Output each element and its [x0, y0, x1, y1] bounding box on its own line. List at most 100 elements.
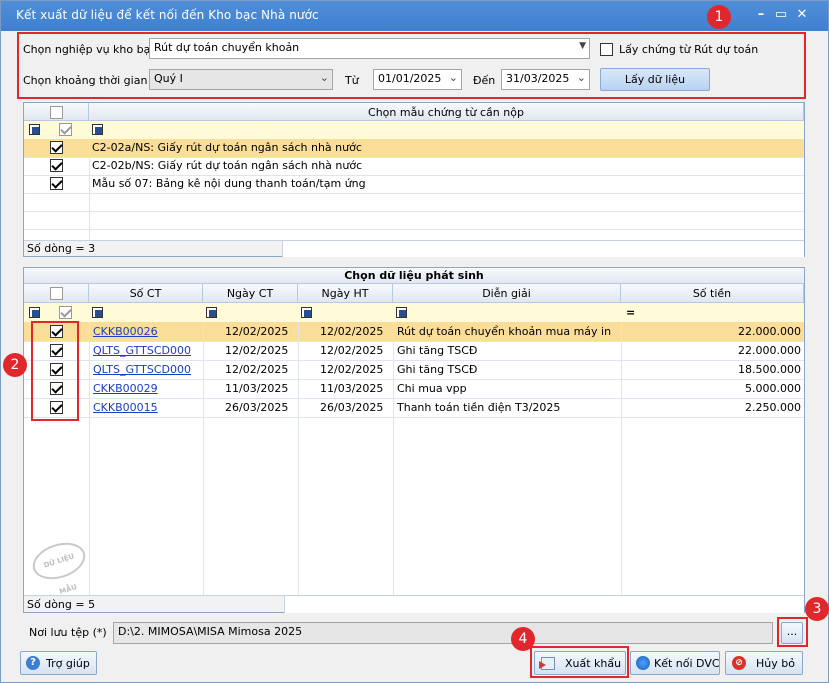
cell-so-tien: 22.000.000 — [738, 344, 801, 357]
data-row-count: Số dòng = 5 — [27, 598, 96, 611]
template-row-label[interactable]: C2-02a/NS: Giấy rút dự toán ngân sách nh… — [92, 141, 362, 154]
cancel-label: Hủy bỏ — [756, 657, 795, 670]
connect-dvc-button[interactable]: Kết nối DVC — [630, 651, 720, 675]
cell-ngay-ht: 12/02/2025 — [320, 363, 384, 376]
save-path-input[interactable]: D:\2. MIMOSA\MISA Mimosa 2025 — [113, 622, 773, 644]
annotation-box-1 — [17, 32, 806, 99]
globe-icon — [636, 656, 650, 670]
data-select-all-checkbox[interactable] — [50, 287, 63, 300]
template-row-label[interactable]: Mẫu số 07: Bảng kê nội dung thanh toán/t… — [92, 177, 366, 190]
help-icon: ? — [26, 656, 40, 670]
grid-line — [24, 341, 804, 342]
cell-dien-giai: Thanh toán tiền điện T3/2025 — [397, 401, 561, 414]
annotation-badge-2: 2 — [3, 353, 27, 377]
grid-divider — [89, 139, 90, 240]
template-header: Chọn mẫu chứng từ cần nộp — [89, 103, 804, 121]
filter-icon[interactable] — [92, 307, 103, 318]
export-dialog: Kết xuất dữ liệu để kết nối đến Kho bạc … — [0, 0, 829, 683]
voucher-link[interactable]: QLTS_GTTSCD000 — [93, 344, 191, 357]
cell-ngay-ht: 26/03/2025 — [320, 401, 384, 414]
save-path-value: D:\2. MIMOSA\MISA Mimosa 2025 — [118, 625, 303, 638]
template-select-all-checkbox[interactable] — [50, 106, 63, 119]
template-panel: Chọn mẫu chứng từ cần nộp C2-02a/NS: Giấ… — [23, 102, 805, 257]
grid-line — [24, 229, 804, 230]
cell-ngay-ct: 11/03/2025 — [225, 382, 289, 395]
status-bar-spacer — [284, 596, 804, 613]
grid-divider — [89, 322, 90, 595]
template-row-count: Số dòng = 3 — [27, 242, 96, 255]
voucher-link[interactable]: CKKB00026 — [93, 325, 158, 338]
grid-line — [24, 193, 804, 194]
col-header-ngay-ct[interactable]: Ngày CT — [203, 284, 298, 303]
annotation-badge-3: 3 — [805, 597, 829, 621]
annotation-badge-4: 4 — [511, 627, 535, 651]
voucher-link[interactable]: CKKB00029 — [93, 382, 158, 395]
grid-line — [24, 157, 804, 158]
grid-divider — [203, 322, 204, 595]
voucher-link[interactable]: CKKB00015 — [93, 401, 158, 414]
col-header-so-ct[interactable]: Số CT — [89, 284, 203, 303]
cell-so-tien: 18.500.000 — [738, 363, 801, 376]
cell-ngay-ct: 26/03/2025 — [225, 401, 289, 414]
filter-icon[interactable] — [396, 307, 407, 318]
title-bar: Kết xuất dữ liệu để kết nối đến Kho bạc … — [1, 1, 828, 31]
sample-data-stamp: DỮ LIỆU MẪU — [28, 536, 90, 596]
annotation-badge-1: 1 — [707, 5, 731, 29]
grid-line — [24, 379, 804, 380]
close-icon[interactable]: ✕ — [794, 7, 810, 22]
template-filter-row — [24, 121, 804, 139]
data-panel: Chọn dữ liệu phát sinh Số CT Ngày CT Ngà… — [23, 267, 805, 613]
grid-divider — [393, 322, 394, 595]
template-row-checkbox[interactable] — [50, 177, 63, 190]
cell-so-tien: 22.000.000 — [738, 325, 801, 338]
col-header-dien-giai[interactable]: Diễn giải — [393, 284, 621, 303]
annotation-box-4 — [530, 646, 629, 678]
filter-checked-icon[interactable] — [59, 306, 72, 319]
cell-dien-giai: Ghi tăng TSCĐ — [397, 344, 478, 357]
template-row-label[interactable]: C2-02b/NS: Giấy rút dự toán ngân sách nh… — [92, 159, 362, 172]
template-status-bar: Số dòng = 3 — [24, 240, 804, 257]
grid-line — [24, 398, 804, 399]
filter-icon[interactable] — [92, 124, 103, 135]
cancel-button[interactable]: ⊘ Hủy bỏ — [725, 651, 803, 675]
template-row-checkbox[interactable] — [50, 141, 63, 154]
grid-divider — [621, 322, 622, 595]
grid-line — [24, 175, 804, 176]
cell-dien-giai: Ghi tăng TSCĐ — [397, 363, 478, 376]
data-filter-row — [24, 303, 804, 322]
col-header-so-tien[interactable]: Số tiền — [621, 284, 804, 303]
filter-checked-icon[interactable] — [59, 123, 72, 136]
grid-divider — [298, 322, 299, 595]
template-row-checkbox[interactable] — [50, 159, 63, 172]
cell-ngay-ht: 12/02/2025 — [320, 344, 384, 357]
col-header-ngay-ht[interactable]: Ngày HT — [298, 284, 393, 303]
status-bar-spacer — [282, 241, 804, 257]
annotation-box-2 — [31, 321, 79, 421]
save-path-label: Nơi lưu tệp (*) — [29, 626, 107, 639]
cell-ngay-ct: 12/02/2025 — [225, 363, 289, 376]
help-label: Trợ giúp — [46, 657, 90, 670]
cell-ngay-ct: 12/02/2025 — [225, 344, 289, 357]
voucher-link[interactable]: QLTS_GTTSCD000 — [93, 363, 191, 376]
connect-dvc-label: Kết nối DVC — [654, 657, 720, 670]
grid-line — [24, 360, 804, 361]
filter-icon[interactable] — [29, 307, 40, 318]
help-button[interactable]: ? Trợ giúp — [20, 651, 97, 675]
cell-ngay-ht: 12/02/2025 — [320, 325, 384, 338]
cell-dien-giai: Rút dự toán chuyển khoản mua máy in — [397, 325, 612, 338]
grid-line — [24, 417, 804, 418]
cell-dien-giai: Chi mua vpp — [397, 382, 467, 395]
filter-equals-icon[interactable]: = — [626, 306, 635, 319]
minimize-icon[interactable]: – — [753, 7, 769, 22]
cell-so-tien: 5.000.000 — [745, 382, 801, 395]
filter-icon[interactable] — [206, 307, 217, 318]
cell-ngay-ct: 12/02/2025 — [225, 325, 289, 338]
data-status-bar: Số dòng = 5 — [24, 595, 804, 613]
cancel-icon: ⊘ — [732, 656, 746, 670]
filter-icon[interactable] — [301, 307, 312, 318]
cell-ngay-ht: 11/03/2025 — [320, 382, 384, 395]
maximize-icon[interactable]: ▭ — [773, 7, 789, 22]
window-title: Kết xuất dữ liệu để kết nối đến Kho bạc … — [16, 8, 319, 22]
filter-icon[interactable] — [29, 124, 40, 135]
annotation-box-3 — [777, 617, 808, 647]
